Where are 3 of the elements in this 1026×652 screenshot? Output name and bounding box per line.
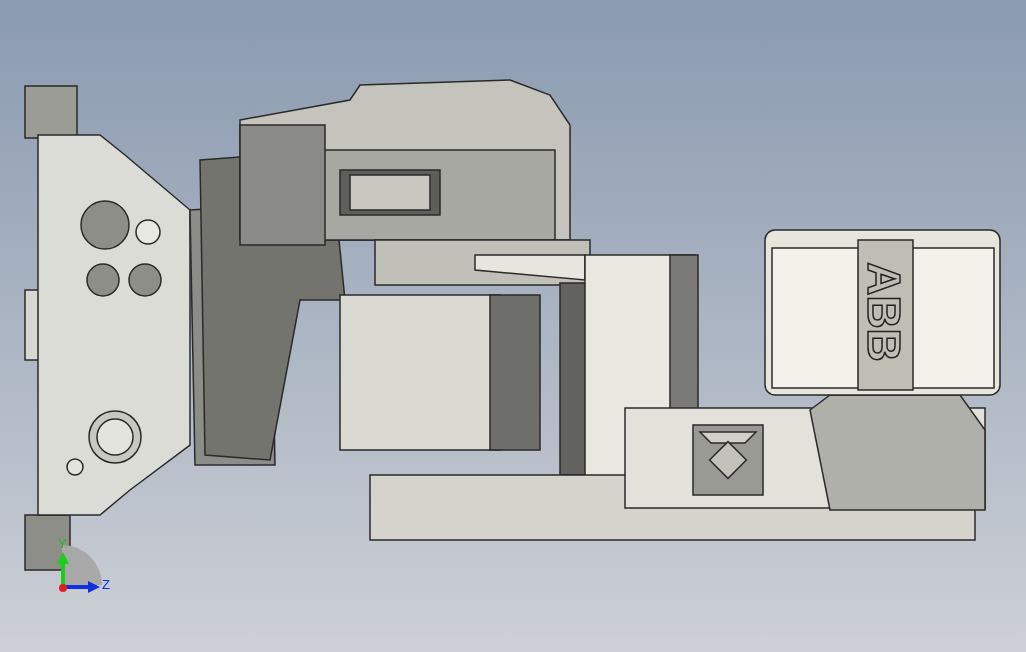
logo-text: ABB <box>858 262 910 362</box>
z-axis-label: Z <box>102 577 110 592</box>
y-axis-label: Y <box>58 536 67 551</box>
